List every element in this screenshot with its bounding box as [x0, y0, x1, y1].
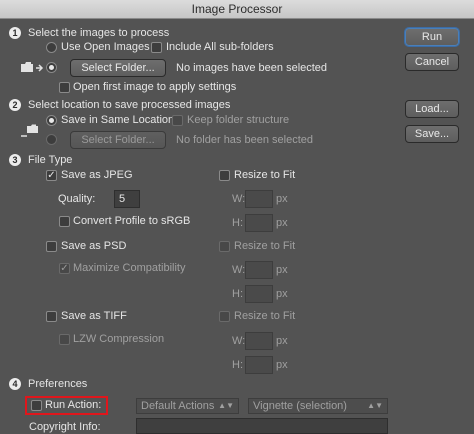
jpeg-resize-checkbox[interactable] — [219, 170, 230, 181]
jpeg-width-label: W: — [232, 193, 246, 205]
tiff-width-label: W: — [232, 335, 246, 347]
save-as-jpeg-label: Save as JPEG — [61, 169, 133, 181]
copyright-label: Copyright Info: — [29, 421, 101, 433]
psd-height-unit: px — [276, 288, 288, 300]
section-4-number: 4 — [9, 378, 21, 390]
tiff-height-label: H: — [232, 359, 243, 371]
jpeg-quality-input[interactable]: 5 — [114, 190, 140, 208]
action-set-select[interactable]: Default Actions ▲▼ — [136, 398, 239, 414]
psd-resize-label: Resize to Fit — [234, 240, 296, 252]
tiff-height-input[interactable] — [245, 356, 273, 374]
section-2-number: 2 — [9, 99, 21, 111]
destination-folder-radio[interactable] — [46, 134, 57, 145]
keep-folder-structure-label: Keep folder structure — [187, 114, 290, 126]
run-button[interactable]: Run — [405, 28, 459, 46]
tiff-resize-checkbox[interactable] — [219, 311, 230, 322]
save-as-psd-checkbox[interactable] — [46, 241, 57, 252]
jpeg-height-label: H: — [232, 217, 243, 229]
chevron-updown-icon: ▲▼ — [367, 401, 383, 410]
section-2-title: Select location to save processed images — [28, 99, 231, 111]
destination-folder-status: No folder has been selected — [176, 134, 313, 146]
use-open-images-label: Use Open Images — [61, 41, 150, 53]
save-as-psd-label: Save as PSD — [61, 240, 127, 252]
jpeg-quality-label: Quality: — [58, 193, 96, 205]
maximize-compatibility-label: Maximize Compatibility — [73, 262, 186, 274]
save-as-tiff-label: Save as TIFF — [61, 310, 127, 322]
window-title-bar: Image Processor — [0, 0, 474, 19]
open-first-image-checkbox[interactable] — [59, 82, 70, 93]
select-destination-folder-button[interactable]: Select Folder... — [70, 131, 166, 149]
include-subfolders-checkbox[interactable] — [151, 42, 162, 53]
save-same-location-label: Save in Same Location — [61, 114, 175, 126]
section-4-title: Preferences — [28, 378, 88, 390]
jpeg-height-unit: px — [276, 217, 288, 229]
cancel-button[interactable]: Cancel — [405, 53, 459, 71]
action-name-value: Vignette (selection) — [253, 400, 347, 412]
tiff-resize-label: Resize to Fit — [234, 310, 296, 322]
run-action-label: Run Action: — [45, 399, 102, 411]
save-as-tiff-checkbox[interactable] — [46, 311, 57, 322]
section-3-title: File Type — [28, 154, 73, 166]
psd-resize-checkbox[interactable] — [219, 241, 230, 252]
jpeg-width-unit: px — [276, 193, 288, 205]
window-title: Image Processor — [191, 2, 283, 16]
save-same-location-radio[interactable] — [46, 115, 57, 126]
save-as-jpeg-checkbox[interactable]: ✓ — [46, 170, 57, 181]
tiff-width-input[interactable] — [245, 332, 273, 350]
action-name-select[interactable]: Vignette (selection) ▲▼ — [248, 398, 388, 414]
keep-folder-structure-checkbox[interactable] — [172, 115, 183, 126]
jpeg-height-input[interactable] — [245, 214, 273, 232]
psd-width-label: W: — [232, 264, 246, 276]
jpeg-resize-label: Resize to Fit — [234, 169, 296, 181]
folder-arrow-icon — [21, 62, 44, 72]
select-source-folder-button[interactable]: Select Folder... — [70, 59, 166, 77]
section-3-number: 3 — [9, 154, 21, 166]
convert-profile-label: Convert Profile to sRGB — [73, 215, 191, 227]
psd-height-label: H: — [232, 288, 243, 300]
save-settings-button[interactable]: Save... — [405, 125, 459, 143]
convert-profile-checkbox[interactable] — [59, 216, 70, 227]
include-subfolders-label: Include All sub-folders — [166, 41, 274, 53]
maximize-compatibility-checkbox[interactable]: ✓ — [59, 263, 70, 274]
run-action-checkbox[interactable] — [31, 400, 42, 411]
lzw-compression-label: LZW Compression — [73, 333, 165, 345]
psd-width-input[interactable] — [245, 261, 273, 279]
folder-save-icon — [21, 124, 38, 137]
chevron-updown-icon: ▲▼ — [218, 401, 234, 410]
action-set-value: Default Actions — [141, 400, 215, 412]
psd-width-unit: px — [276, 264, 288, 276]
psd-height-input[interactable] — [245, 285, 273, 303]
section-1-number: 1 — [9, 27, 21, 39]
lzw-compression-checkbox[interactable] — [59, 334, 70, 345]
section-1-title: Select the images to process — [28, 27, 170, 39]
input-folder-radio[interactable] — [46, 62, 57, 73]
source-folder-status: No images have been selected — [176, 62, 328, 74]
tiff-width-unit: px — [276, 335, 288, 347]
copyright-input[interactable] — [136, 418, 388, 434]
open-first-image-label: Open first image to apply settings — [73, 81, 237, 93]
jpeg-width-input[interactable] — [245, 190, 273, 208]
load-button[interactable]: Load... — [405, 100, 459, 118]
use-open-images-radio[interactable] — [46, 42, 57, 53]
tiff-height-unit: px — [276, 359, 288, 371]
